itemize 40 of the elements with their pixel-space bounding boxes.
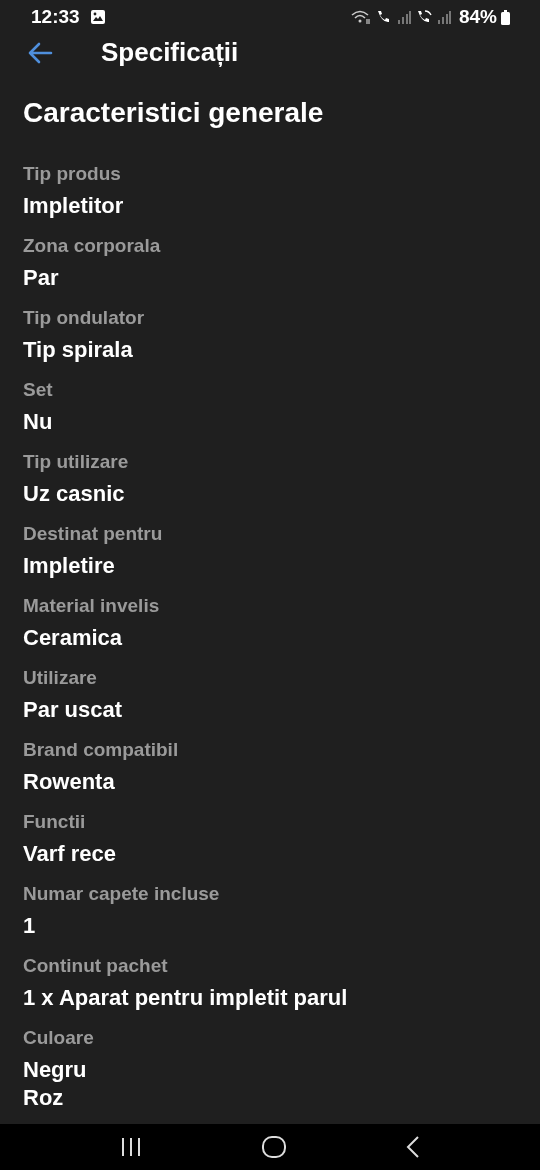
- spec-label: Brand compatibil: [23, 738, 180, 763]
- back-arrow-icon: [27, 41, 53, 64]
- spec-value: Tip spirala: [23, 336, 134, 365]
- wifi-icon: [350, 9, 371, 25]
- gallery-icon: [89, 9, 106, 25]
- spec-value: 1 x Aparat pentru impletit parul: [23, 984, 349, 1013]
- back-chevron-icon: [406, 1136, 421, 1159]
- spec-label: Numar capete incluse: [23, 882, 221, 907]
- spec-value: Rowenta: [23, 768, 116, 797]
- spec-value: Uz casnic: [23, 480, 126, 509]
- recent-apps-icon: [119, 1137, 142, 1158]
- spec-value: Par: [23, 264, 60, 293]
- spec-label: Set: [23, 378, 54, 403]
- spec-label: Tip utilizare: [23, 450, 130, 475]
- spec-label: Material invelis: [23, 594, 161, 619]
- signal-icon: [436, 10, 451, 24]
- spec-value: Impletire: [23, 552, 116, 581]
- spec-label: Tip ondulator: [23, 306, 146, 331]
- status-time: 12:33: [31, 6, 80, 28]
- battery-percent: 84%: [458, 6, 497, 28]
- spec-label: Continut pachet: [23, 954, 169, 979]
- spec-label: Tip produs: [23, 162, 122, 187]
- spec-value: Nu: [23, 408, 54, 437]
- signal-icon: [396, 10, 411, 24]
- spec-value: 1: [23, 912, 37, 941]
- spec-value: Impletitor: [23, 192, 125, 221]
- spec-label: Culoare: [23, 1026, 95, 1051]
- spec-value: Par uscat: [23, 696, 124, 725]
- spec-value: Varf rece: [23, 840, 117, 869]
- spec-label: Utilizare: [23, 666, 98, 691]
- spec-value: Ceramica: [23, 624, 124, 653]
- spec-label: Functii: [23, 810, 87, 835]
- spec-label: Zona corporala: [23, 234, 162, 259]
- page-title: Specificații: [101, 37, 239, 69]
- spec-value: Negru: [23, 1056, 88, 1085]
- home-icon: [261, 1135, 287, 1160]
- spec-value: Roz: [23, 1084, 65, 1113]
- section-title: Caracteristici generale: [23, 96, 325, 131]
- spec-label: Destinat pentru: [23, 522, 164, 547]
- battery-icon: [501, 9, 510, 25]
